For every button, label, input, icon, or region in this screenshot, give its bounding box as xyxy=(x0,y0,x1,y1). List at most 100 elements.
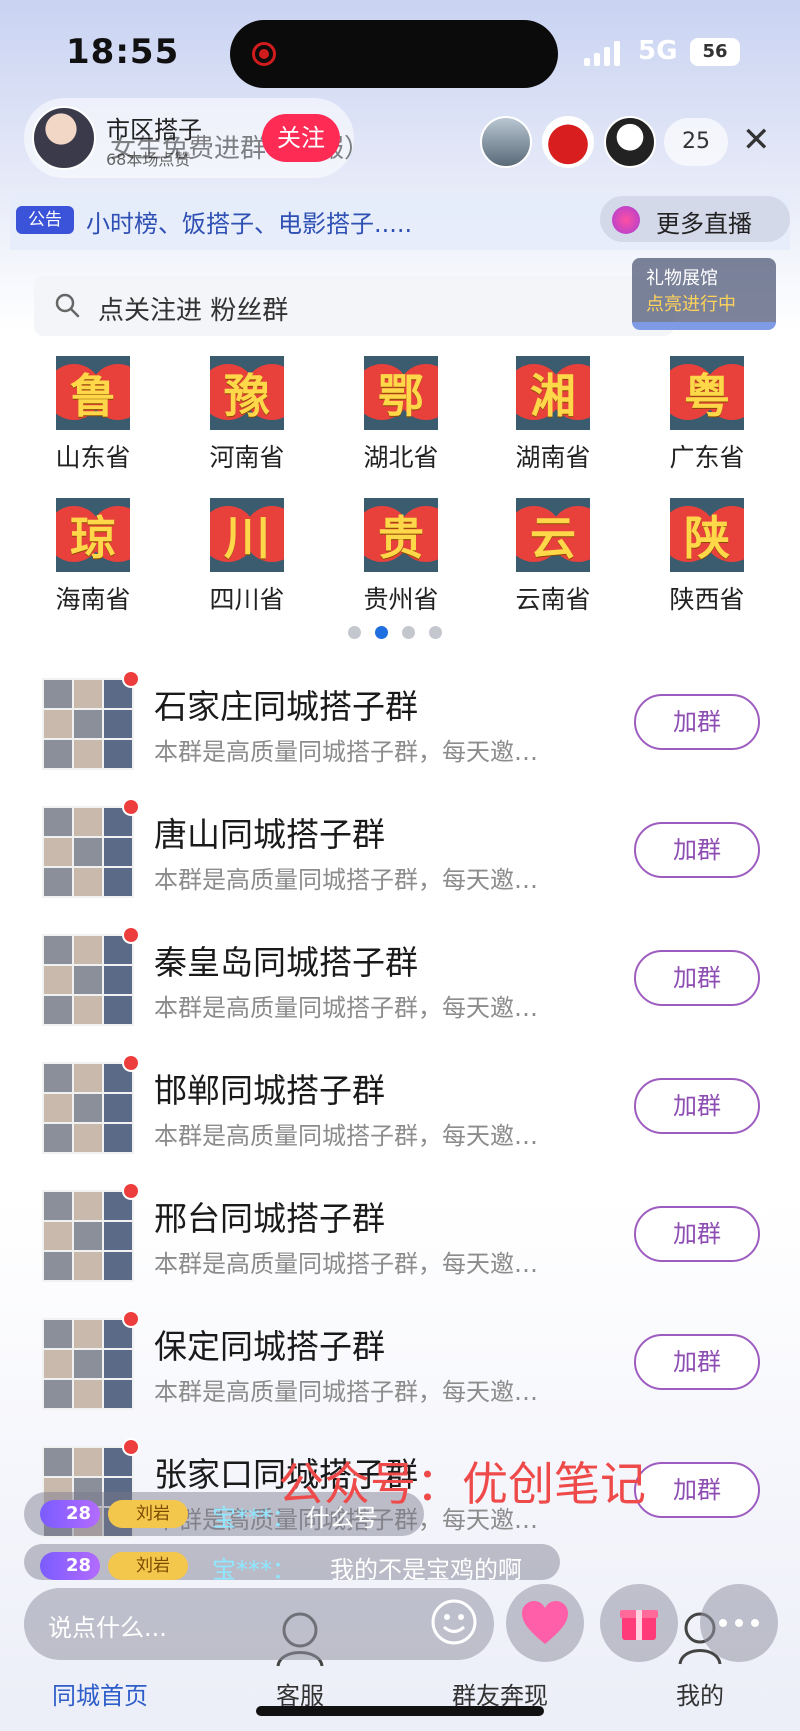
group-row[interactable]: 秦皇岛同城搭子群 本群是高质量同城搭子群，每天邀… 加群 xyxy=(0,926,800,1054)
fan-badge: 刘岩 xyxy=(108,1552,188,1580)
province-icon: 琼 xyxy=(56,498,130,572)
province-item[interactable]: 陕 陕西省 xyxy=(652,498,762,618)
province-item[interactable]: 川 四川省 xyxy=(192,498,302,618)
province-icon: 湘 xyxy=(516,356,590,430)
province-item[interactable]: 贵 贵州省 xyxy=(346,498,456,618)
province-name: 湖南省 xyxy=(515,443,591,472)
comment-text: 我的不是宝鸡的啊 xyxy=(330,1556,522,1580)
province-item[interactable]: 豫 河南省 xyxy=(192,356,302,476)
viewer-avatar[interactable] xyxy=(542,116,594,168)
group-name: 邢台同城搭子群 xyxy=(154,1199,385,1238)
group-avatar xyxy=(42,1190,134,1282)
page-dot-active[interactable] xyxy=(375,626,388,639)
join-group-button[interactable]: 加群 xyxy=(634,822,760,878)
network-label: 5G xyxy=(638,36,678,66)
level-badge: 28 xyxy=(40,1500,100,1528)
page-dot[interactable] xyxy=(429,626,442,639)
search-bar[interactable]: 点关注进 粉丝群 xyxy=(34,276,674,336)
group-avatar xyxy=(42,1318,134,1410)
level-badge: 28 xyxy=(40,1552,100,1580)
more-button[interactable] xyxy=(700,1584,778,1662)
viewer-avatar[interactable] xyxy=(604,116,656,168)
province-name: 四川省 xyxy=(209,585,285,614)
join-group-button[interactable]: 加群 xyxy=(634,1206,760,1262)
unread-dot xyxy=(122,1310,140,1328)
unread-dot xyxy=(122,1438,140,1456)
province-item[interactable]: 鲁 山东省 xyxy=(38,356,148,476)
province-name: 山东省 xyxy=(55,443,131,472)
province-name: 河南省 xyxy=(209,443,285,472)
signal-icon xyxy=(584,40,620,66)
province-item[interactable]: 粤 广东省 xyxy=(652,356,762,476)
more-live-button[interactable]: 更多直播 xyxy=(600,196,790,242)
home-indicator[interactable] xyxy=(256,1706,544,1716)
group-desc: 本群是高质量同城搭子群，每天邀… xyxy=(154,994,538,1022)
gift-hall-status: 点亮进行中 xyxy=(646,294,736,315)
province-name: 陕西省 xyxy=(669,585,745,614)
unread-dot xyxy=(122,798,140,816)
province-icon: 贵 xyxy=(364,498,438,572)
gift-hall-title: 礼物展馆 xyxy=(646,268,718,289)
join-group-button[interactable]: 加群 xyxy=(634,1334,760,1390)
viewer-count[interactable]: 25 xyxy=(664,118,728,166)
province-icon: 云 xyxy=(516,498,590,572)
group-name: 保定同城搭子群 xyxy=(154,1327,385,1366)
unread-dot xyxy=(122,926,140,944)
group-row[interactable]: 邢台同城搭子群 本群是高质量同城搭子群，每天邀… 加群 xyxy=(0,1182,800,1310)
group-desc: 本群是高质量同城搭子群，每天邀… xyxy=(154,1378,538,1406)
group-desc: 本群是高质量同城搭子群，每天邀… xyxy=(154,738,538,766)
like-button[interactable] xyxy=(506,1584,584,1662)
join-group-button[interactable]: 加群 xyxy=(634,950,760,1006)
more-icon xyxy=(719,1619,759,1627)
province-icon: 鲁 xyxy=(56,356,130,430)
nav-profile[interactable]: 我的 xyxy=(630,1676,770,1711)
province-item[interactable]: 鄂 湖北省 xyxy=(346,356,456,476)
comment-placeholder: 说点什么... xyxy=(48,1614,167,1642)
join-group-button[interactable]: 加群 xyxy=(634,694,760,750)
gift-button[interactable] xyxy=(600,1584,678,1662)
fan-badge: 刘岩 xyxy=(108,1500,188,1528)
province-icon: 鄂 xyxy=(364,356,438,430)
viewer-avatar[interactable] xyxy=(480,116,532,168)
heart-icon xyxy=(522,1601,568,1644)
province-icon: 豫 xyxy=(210,356,284,430)
group-avatar xyxy=(42,934,134,1026)
group-avatar xyxy=(42,806,134,898)
group-desc: 本群是高质量同城搭子群，每天邀… xyxy=(154,866,538,894)
province-item[interactable]: 湘 湖南省 xyxy=(498,356,608,476)
group-row[interactable]: 石家庄同城搭子群 本群是高质量同城搭子群，每天邀… 加群 xyxy=(0,670,800,798)
group-desc: 本群是高质量同城搭子群，每天邀… xyxy=(154,1250,538,1278)
recording-icon xyxy=(252,42,276,66)
join-group-button[interactable]: 加群 xyxy=(634,1078,760,1134)
close-icon[interactable]: ✕ xyxy=(742,120,771,160)
join-group-button[interactable]: 加群 xyxy=(634,1462,760,1518)
group-name: 邯郸同城搭子群 xyxy=(154,1071,385,1110)
province-icon: 川 xyxy=(210,498,284,572)
province-name: 贵州省 xyxy=(363,585,439,614)
group-desc: 本群是高质量同城搭子群，每天邀… xyxy=(154,1122,538,1150)
status-bar: 18:55 5G 56 xyxy=(0,0,800,100)
province-name: 广东省 xyxy=(669,443,745,472)
gift-hall-banner[interactable]: 礼物展馆 点亮进行中 xyxy=(632,258,776,330)
nav-home[interactable]: 同城首页 xyxy=(30,1676,170,1711)
comment-user[interactable]: 宝***： xyxy=(212,1550,296,1580)
group-row[interactable]: 唐山同城搭子群 本群是高质量同城搭子群，每天邀… 加群 xyxy=(0,798,800,926)
province-item[interactable]: 琼 海南省 xyxy=(38,498,148,618)
province-icon: 陕 xyxy=(670,498,744,572)
notice-text: 小时榜、饭搭子、电影搭子..... xyxy=(86,210,413,238)
comment-input[interactable]: 说点什么... xyxy=(24,1588,494,1660)
more-live-label: 更多直播 xyxy=(656,210,752,238)
group-row[interactable]: 保定同城搭子群 本群是高质量同城搭子群，每天邀… 加群 xyxy=(0,1310,800,1438)
emoji-icon[interactable] xyxy=(428,1596,480,1648)
page-indicator[interactable] xyxy=(348,626,442,639)
follow-button[interactable]: 关注 xyxy=(262,114,340,162)
unread-dot xyxy=(122,670,140,688)
host-avatar[interactable] xyxy=(32,106,96,170)
live-comment[interactable]: 28 刘岩 宝***： 我的不是宝鸡的啊 xyxy=(24,1544,560,1580)
page-dot[interactable] xyxy=(348,626,361,639)
group-row[interactable]: 邯郸同城搭子群 本群是高质量同城搭子群，每天邀… 加群 xyxy=(0,1054,800,1182)
notice-badge: 公告 xyxy=(16,206,74,234)
search-placeholder: 点关注进 粉丝群 xyxy=(98,296,289,326)
province-item[interactable]: 云 云南省 xyxy=(498,498,608,618)
page-dot[interactable] xyxy=(402,626,415,639)
